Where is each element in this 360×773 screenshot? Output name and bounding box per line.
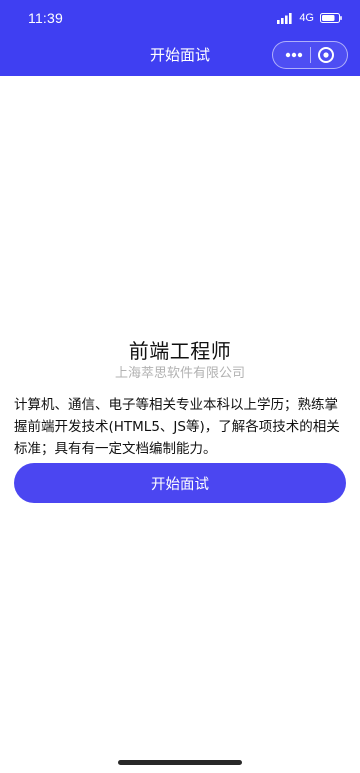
target-circle-icon[interactable]: [315, 44, 337, 66]
job-description: 计算机、通信、电子等相关专业本科以上学历；熟练掌握前端开发技术(HTML5、JS…: [14, 397, 340, 457]
company-name: 上海萃思软件有限公司: [114, 366, 245, 381]
status-time: 11:39: [28, 10, 63, 26]
job-title: 前端工程师: [128, 339, 232, 363]
start-interview-button[interactable]: 开始面试: [14, 463, 346, 503]
mini-program-screen: 11:39 4G 开始面试 前端工程师 上海萃思软件有限公司 计算机、通信、电子…: [0, 0, 360, 773]
home-indicator: [118, 760, 242, 765]
capsule-divider: [309, 47, 311, 63]
top-header: 11:39 4G 开始面试: [0, 0, 360, 76]
signal-icon: [277, 12, 293, 24]
content-area: 前端工程师 上海萃思软件有限公司 计算机、通信、电子等相关专业本科以上学历；熟练…: [0, 76, 360, 773]
network-label: 4G: [299, 12, 314, 24]
battery-icon: [320, 13, 342, 23]
mini-program-capsule: [272, 41, 348, 69]
more-dots-icon[interactable]: [283, 44, 305, 66]
status-indicators: 4G: [277, 10, 342, 26]
